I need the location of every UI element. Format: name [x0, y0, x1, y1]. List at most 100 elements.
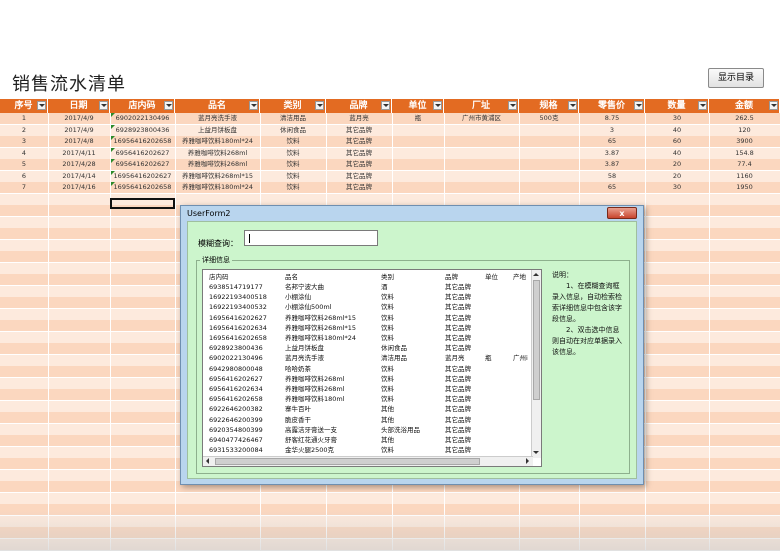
table-cell[interactable]: 休闲食品	[260, 125, 326, 136]
table-cell[interactable]: 500克	[519, 113, 579, 124]
table-cell[interactable]: 2017/4/11	[48, 148, 110, 159]
table-cell[interactable]: 154.8	[709, 148, 780, 159]
table-cell[interactable]	[392, 159, 444, 170]
table-cell[interactable]: 养雅咖啡饮料268ml	[175, 148, 260, 159]
list-item[interactable]: 16922193400518 小棚涂仙 饮料 其它品牌	[203, 293, 533, 302]
table-cell[interactable]: 8.75	[579, 113, 645, 124]
table-cell[interactable]: 1950	[709, 182, 780, 193]
table-cell[interactable]: 2017/4/9	[48, 125, 110, 136]
table-cell[interactable]: 3.87	[579, 159, 645, 170]
table-cell[interactable]: 2017/4/8	[48, 136, 110, 147]
filter-dropdown-icon[interactable]	[698, 101, 707, 110]
table-cell[interactable]: 16956416202658	[110, 136, 175, 147]
scroll-left-icon[interactable]	[204, 458, 212, 465]
list-item[interactable]: 16956416202658 养雅咖啡饮料180ml*24 饮料 其它品牌	[203, 334, 533, 343]
list-item[interactable]: 6920354800399 高露洁牙膏送一支 头部洗浴用品 其它品牌	[203, 426, 533, 435]
list-item[interactable]: 6931533200084 金华火腿2500克 饮料 其它品牌	[203, 446, 533, 455]
table-cell[interactable]: 6902022130496	[110, 113, 175, 124]
table-cell[interactable]	[444, 125, 519, 136]
table-cell[interactable]: 40	[645, 125, 709, 136]
list-item[interactable]: 6928923800436 上益月饼板盘 休闲食品 其它品牌	[203, 344, 533, 353]
table-cell[interactable]: 其它品牌	[326, 182, 392, 193]
filter-dropdown-icon[interactable]	[769, 101, 778, 110]
table-cell[interactable]: 养雅咖啡饮料180ml*24	[175, 136, 260, 147]
selected-cell[interactable]	[110, 198, 175, 209]
filter-dropdown-icon[interactable]	[433, 101, 442, 110]
query-input[interactable]	[244, 230, 378, 246]
list-item[interactable]: 16956416202627 养雅咖啡饮料268ml*15 饮料 其它品牌	[203, 314, 533, 323]
scroll-down-icon[interactable]	[533, 449, 540, 457]
detail-listbox[interactable]: 店内码 品名 类别 品牌 单位 产地 6938514719177 名邦宁波大曲酒其它品牌 169…	[202, 269, 542, 467]
list-item[interactable]: 6956416202627 养雅咖啡饮料268ml 饮料 其它品牌	[203, 375, 533, 384]
scroll-right-icon[interactable]	[524, 458, 532, 465]
table-cell[interactable]: 20	[645, 159, 709, 170]
table-cell[interactable]: 养雅咖啡饮料268ml	[175, 159, 260, 170]
filter-dropdown-icon[interactable]	[99, 101, 108, 110]
table-cell[interactable]: 2017/4/9	[48, 113, 110, 124]
table-cell[interactable]	[444, 171, 519, 182]
table-cell[interactable]: 6	[0, 171, 48, 182]
table-cell[interactable]	[444, 182, 519, 193]
table-cell[interactable]: 2017/4/28	[48, 159, 110, 170]
table-cell[interactable]	[392, 136, 444, 147]
filter-dropdown-icon[interactable]	[164, 101, 173, 110]
table-cell[interactable]: 养雅咖啡饮料180ml*24	[175, 182, 260, 193]
table-cell[interactable]: 其它品牌	[326, 171, 392, 182]
table-cell[interactable]: 262.5	[709, 113, 780, 124]
list-item[interactable]: 16956416202634 养雅咖啡饮料268ml*15 饮料 其它品牌	[203, 324, 533, 333]
table-cell[interactable]: 6928923800436	[110, 125, 175, 136]
table-cell[interactable]: 饮料	[260, 159, 326, 170]
table-cell[interactable]: 2	[0, 125, 48, 136]
table-cell[interactable]: 77.4	[709, 159, 780, 170]
horizontal-scroll-thumb[interactable]	[215, 458, 480, 465]
table-cell[interactable]: 40	[645, 148, 709, 159]
table-cell[interactable]: 其它品牌	[326, 148, 392, 159]
table-cell[interactable]	[519, 148, 579, 159]
table-cell[interactable]: 4	[0, 148, 48, 159]
filter-dropdown-icon[interactable]	[568, 101, 577, 110]
table-cell[interactable]	[519, 136, 579, 147]
table-cell[interactable]: 其它品牌	[326, 125, 392, 136]
horizontal-scrollbar[interactable]	[203, 456, 533, 466]
table-cell[interactable]: 20	[645, 171, 709, 182]
table-cell[interactable]: 3	[579, 125, 645, 136]
table-cell[interactable]: 65	[579, 136, 645, 147]
filter-dropdown-icon[interactable]	[37, 101, 46, 110]
table-cell[interactable]	[519, 182, 579, 193]
filter-dropdown-icon[interactable]	[508, 101, 517, 110]
table-cell[interactable]: 60	[645, 136, 709, 147]
filter-dropdown-icon[interactable]	[634, 101, 643, 110]
table-cell[interactable]	[392, 182, 444, 193]
list-item[interactable]: 6942980800048 哈哈奶茶 饮料 其它品牌	[203, 365, 533, 374]
list-item[interactable]: 6938514719177 名邦宁波大曲 酒 其它品牌	[203, 283, 533, 292]
table-cell[interactable]	[444, 136, 519, 147]
table-cell[interactable]	[392, 171, 444, 182]
table-cell[interactable]: 1160	[709, 171, 780, 182]
table-cell[interactable]: 其它品牌	[326, 136, 392, 147]
vertical-scroll-thumb[interactable]	[533, 280, 540, 400]
list-item[interactable]: 6922646200399 脆皮香干 其他 其它品牌	[203, 416, 533, 425]
table-cell[interactable]: 7	[0, 182, 48, 193]
table-cell[interactable]	[519, 159, 579, 170]
table-cell[interactable]: 蓝月亮洗手液	[175, 113, 260, 124]
table-cell[interactable]: 饮料	[260, 182, 326, 193]
table-cell[interactable]: 饮料	[260, 148, 326, 159]
table-cell[interactable]: 瓶	[392, 113, 444, 124]
table-cell[interactable]: 6956416202627	[110, 159, 175, 170]
table-cell[interactable]: 养雅咖啡饮料268ml*15	[175, 171, 260, 182]
table-cell[interactable]: 30	[645, 182, 709, 193]
table-cell[interactable]: 30	[645, 113, 709, 124]
table-cell[interactable]	[392, 125, 444, 136]
list-item[interactable]: 6922646200382 寨牛百叶 其他 其它品牌	[203, 405, 533, 414]
list-item[interactable]: 6940477426467 舒客红花通火牙膏 其他 其它品牌	[203, 436, 533, 445]
table-cell[interactable]: 3	[0, 136, 48, 147]
table-cell[interactable]: 广州市黄浦区	[444, 113, 519, 124]
table-cell[interactable]: 饮料	[260, 136, 326, 147]
table-cell[interactable]: 1	[0, 113, 48, 124]
table-cell[interactable]: 饮料	[260, 171, 326, 182]
table-cell[interactable]	[392, 148, 444, 159]
filter-dropdown-icon[interactable]	[315, 101, 324, 110]
table-cell[interactable]: 蓝月亮	[326, 113, 392, 124]
show-directory-button[interactable]: 显示目录	[708, 68, 764, 88]
table-cell[interactable]	[519, 171, 579, 182]
